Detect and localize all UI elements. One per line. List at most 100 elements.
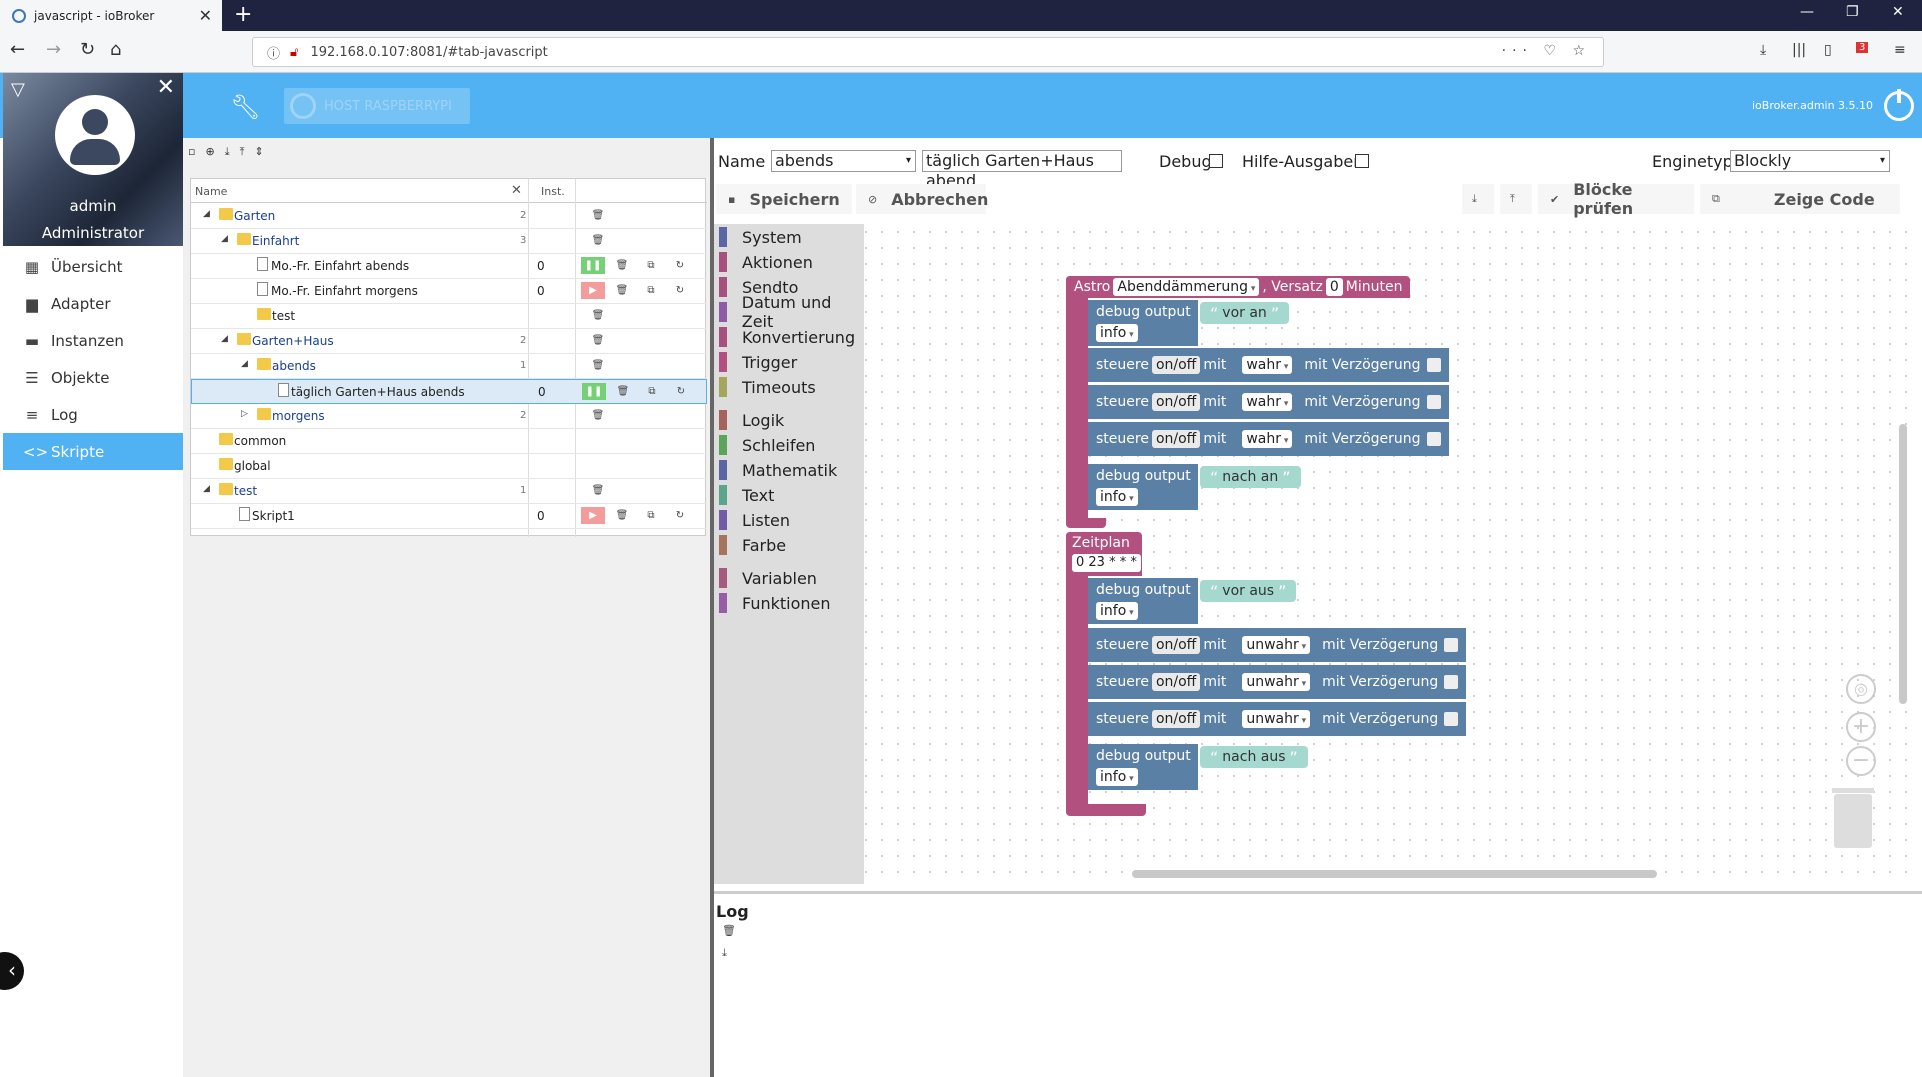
new-script-icon[interactable]: ▫ bbox=[188, 145, 195, 165]
restart-icon[interactable]: ↻ bbox=[668, 507, 692, 524]
sidebar-item-uebersicht[interactable]: ▦ Übersicht bbox=[3, 248, 183, 285]
show-code-button[interactable]: ⧉ Zeige Code bbox=[1700, 184, 1900, 214]
collapse-arrow-icon[interactable]: ◢ bbox=[221, 334, 228, 344]
recenter-icon[interactable]: ◎ bbox=[1846, 674, 1876, 704]
debug-output-block[interactable]: debug output info bbox=[1088, 464, 1198, 510]
check-blocks-button[interactable]: ✔ Blöcke prüfen bbox=[1538, 180, 1694, 218]
sidebar-item-skripte[interactable]: <> Skripte bbox=[3, 433, 183, 470]
tree-row-script[interactable]: Skript1 0 ▶ 🗑︎ ⧉ ↻ bbox=[191, 504, 707, 529]
delete-icon[interactable]: 🗑︎ bbox=[586, 232, 610, 249]
back-icon[interactable]: ← bbox=[10, 39, 25, 60]
help-output-checkbox[interactable] bbox=[1355, 154, 1369, 168]
close-window-icon[interactable]: ✕ bbox=[1892, 4, 1904, 20]
text-block[interactable]: “vor an” bbox=[1200, 302, 1290, 324]
object-id-field[interactable]: on/off bbox=[1151, 393, 1201, 411]
close-tab-icon[interactable]: ✕ bbox=[199, 6, 212, 25]
copy-icon[interactable]: ⧉ bbox=[639, 257, 663, 274]
boolean-dropdown[interactable]: wahr bbox=[1242, 430, 1293, 448]
toolbox-category[interactable]: Konvertierung bbox=[719, 326, 855, 348]
toolbox-category[interactable]: Timeouts bbox=[719, 376, 816, 398]
delete-icon[interactable]: 🗑︎ bbox=[610, 282, 634, 299]
pause-icon[interactable]: ❚❚ bbox=[582, 383, 606, 400]
toolbox-category[interactable]: Aktionen bbox=[719, 251, 813, 273]
tree-row-script-selected[interactable]: täglich Garten+Haus abends 0 ❚❚ 🗑︎ ⧉ ↻ bbox=[191, 379, 707, 404]
collapse-arrow-icon[interactable]: ◢ bbox=[241, 359, 248, 369]
astro-trigger-block[interactable]: Astro Abenddämmerung , Versatz 0 Minuten bbox=[1066, 276, 1411, 298]
restart-icon[interactable]: ↻ bbox=[669, 383, 693, 400]
download-icon[interactable]: ⤓ bbox=[1760, 42, 1766, 58]
collapse-arrow-icon[interactable]: ◢ bbox=[221, 234, 228, 244]
pause-icon[interactable]: ❚❚ bbox=[581, 257, 605, 274]
tree-row-folder[interactable]: ◢ test 1 🗑︎ bbox=[191, 479, 707, 504]
boolean-dropdown[interactable]: unwahr bbox=[1242, 636, 1311, 654]
object-id-field[interactable]: on/off bbox=[1151, 430, 1201, 448]
tree-row-folder[interactable]: ◢ Garten+Haus 2 🗑︎ bbox=[191, 329, 707, 354]
triangle-menu-icon[interactable]: ▽ bbox=[11, 79, 25, 100]
object-id-field[interactable]: on/off bbox=[1151, 356, 1201, 374]
loglevel-dropdown[interactable]: info bbox=[1096, 324, 1138, 342]
debug-output-block[interactable]: debug output info bbox=[1088, 300, 1198, 346]
host-button[interactable]: HOST RASPBERRYPI bbox=[284, 88, 470, 124]
loglevel-dropdown[interactable]: info bbox=[1096, 488, 1138, 506]
delay-checkbox[interactable] bbox=[1444, 675, 1459, 689]
delay-checkbox[interactable] bbox=[1444, 712, 1459, 726]
engine-select[interactable]: Blockly ▾ bbox=[1730, 150, 1890, 172]
import-icon[interactable]: ⤓ bbox=[225, 145, 230, 165]
text-block[interactable]: “nach aus” bbox=[1200, 746, 1308, 768]
boolean-dropdown[interactable]: unwahr bbox=[1242, 673, 1311, 691]
tree-row-folder[interactable]: ◢ Garten 2 🗑︎ bbox=[191, 204, 707, 229]
browser-tab[interactable]: javascript - ioBroker ✕ bbox=[0, 0, 222, 31]
cron-field[interactable]: 0 23 * * * bbox=[1072, 554, 1141, 572]
delete-icon[interactable]: 🗑︎ bbox=[586, 407, 610, 424]
control-block[interactable]: steuere on/off mit wahr mit Verzögerung bbox=[1088, 348, 1449, 382]
control-block[interactable]: steuere on/off mit unwahr mit Verzögerun… bbox=[1088, 665, 1467, 699]
delete-icon[interactable]: 🗑︎ bbox=[586, 207, 610, 224]
copy-icon[interactable]: ⧉ bbox=[639, 282, 663, 299]
insecure-lock-icon[interactable]: 🔓︎ bbox=[290, 45, 298, 60]
debug-output-block[interactable]: debug output info bbox=[1088, 744, 1198, 790]
script-name-input[interactable]: täglich Garten+Haus abend bbox=[922, 150, 1122, 190]
sidebar-item-adapter[interactable]: ▆ Adapter bbox=[3, 285, 183, 322]
toolbox-category[interactable]: Logik bbox=[719, 409, 784, 431]
object-id-field[interactable]: on/off bbox=[1151, 673, 1201, 691]
tree-row-folder[interactable]: ◢ abends 1 🗑︎ bbox=[191, 354, 707, 379]
delay-checkbox[interactable] bbox=[1426, 395, 1441, 409]
copy-icon[interactable]: ⧉ bbox=[639, 507, 663, 524]
address-bar[interactable]: ⓘ 🔓︎ 192.168.0.107:8081/#tab-javascript … bbox=[252, 37, 1604, 67]
tree-row-script[interactable]: Mo.-Fr. Einfahrt abends 0 ❚❚ 🗑︎ ⧉ ↻ bbox=[191, 254, 707, 279]
sidebar-item-objekte[interactable]: ☰ Objekte bbox=[3, 359, 183, 396]
toolbox-category[interactable]: Schleifen bbox=[719, 434, 815, 456]
add-folder-icon[interactable]: ⊕ bbox=[205, 145, 214, 165]
boolean-dropdown[interactable]: unwahr bbox=[1242, 710, 1311, 728]
control-block[interactable]: steuere on/off mit wahr mit Verzögerung bbox=[1088, 385, 1449, 419]
object-id-field[interactable]: on/off bbox=[1151, 636, 1201, 654]
blockly-workspace[interactable]: System Aktionen Sendto Datum und Zeit Ko… bbox=[714, 224, 1912, 884]
tree-row-folder[interactable]: ▷ morgens 2 🗑︎ bbox=[191, 404, 707, 429]
offset-field[interactable]: 0 bbox=[1325, 278, 1343, 296]
vertical-scrollbar[interactable] bbox=[1899, 424, 1907, 704]
delay-checkbox[interactable] bbox=[1426, 358, 1441, 372]
delete-icon[interactable]: 🗑︎ bbox=[610, 507, 634, 524]
sidebar-toggle-icon[interactable]: ▯ bbox=[1824, 42, 1832, 58]
astro-event-dropdown[interactable]: Abenddämmerung bbox=[1113, 278, 1260, 296]
delete-icon[interactable]: 🗑︎ bbox=[611, 383, 635, 400]
extension-badge[interactable]: 3 bbox=[1856, 42, 1869, 53]
library-icon[interactable]: ||| bbox=[1792, 42, 1806, 58]
menu-icon[interactable]: ≡ bbox=[1894, 42, 1906, 58]
tree-row-script[interactable]: Mo.-Fr. Einfahrt morgens 0 ▶ 🗑︎ ⧉ ↻ bbox=[191, 279, 707, 304]
toolbox-category[interactable]: Datum und Zeit bbox=[719, 293, 864, 331]
close-sidebar-icon[interactable]: ✕ bbox=[157, 75, 175, 100]
export-icon[interactable]: ⤒ bbox=[240, 145, 245, 165]
save-button[interactable]: ▪ Speichern bbox=[716, 184, 852, 214]
tree-row-folder[interactable]: test 🗑︎ bbox=[191, 304, 707, 329]
new-tab-icon[interactable]: + bbox=[234, 2, 252, 27]
minimize-icon[interactable]: — bbox=[1800, 4, 1814, 20]
tree-row-folder[interactable]: global bbox=[191, 454, 707, 479]
play-icon[interactable]: ▶ bbox=[581, 507, 605, 524]
boolean-dropdown[interactable]: wahr bbox=[1242, 393, 1293, 411]
delay-checkbox[interactable] bbox=[1444, 638, 1459, 652]
tree-row-folder[interactable]: common bbox=[191, 429, 707, 454]
page-actions-icon[interactable]: ··· ♡ ☆ bbox=[1502, 43, 1591, 59]
boolean-dropdown[interactable]: wahr bbox=[1242, 356, 1293, 374]
folder-select[interactable]: abends ▾ bbox=[771, 150, 916, 172]
